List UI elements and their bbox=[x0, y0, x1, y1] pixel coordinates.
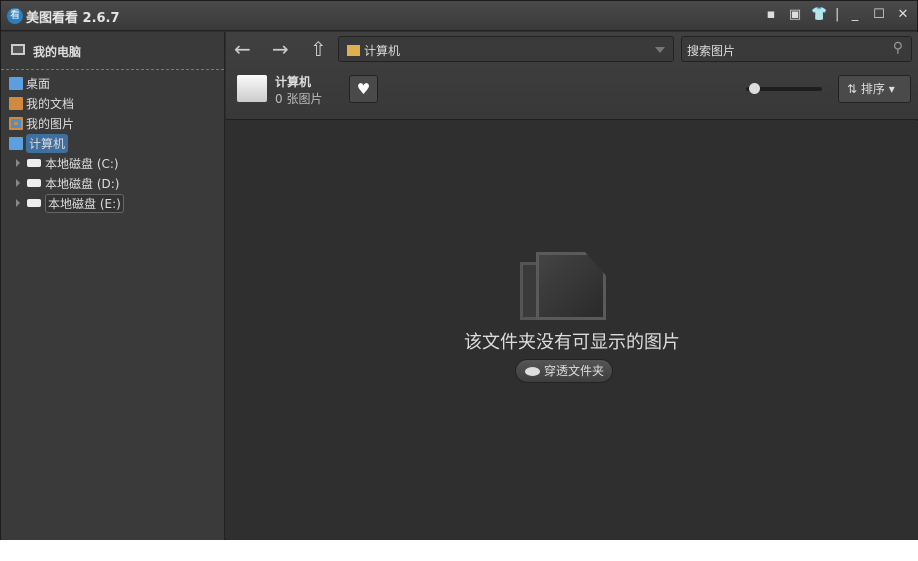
zoom-slider[interactable] bbox=[746, 83, 822, 94]
maximize-icon[interactable]: ☐ bbox=[871, 7, 887, 23]
skin-icon[interactable]: 👕 bbox=[811, 7, 827, 23]
menu-icon[interactable]: ▣ bbox=[787, 7, 803, 23]
tree-item-label: 计算机 bbox=[26, 133, 69, 153]
drive-icon bbox=[27, 179, 41, 187]
heart-icon: ♥ bbox=[356, 80, 371, 98]
computer-icon bbox=[9, 136, 23, 150]
tree-item-computer[interactable]: 计算机 bbox=[1, 133, 224, 153]
folder-tree: 桌面 我的文档 我的图片 计算机 本地磁盘 (C:) 本地磁盘 (D:) 本地磁… bbox=[1, 70, 224, 213]
address-value: 计算机 bbox=[364, 44, 401, 58]
folder-count: 0 张图片 bbox=[275, 92, 323, 106]
folder-icon bbox=[237, 75, 267, 102]
minimize-icon[interactable]: _ bbox=[847, 7, 863, 23]
sidebar-header[interactable]: 我的电脑 bbox=[1, 32, 224, 70]
chevron-down-icon[interactable] bbox=[655, 47, 665, 53]
folder-name: 计算机 bbox=[275, 75, 312, 89]
up-button[interactable]: ⇧ bbox=[310, 37, 327, 61]
eye-icon bbox=[525, 367, 540, 376]
app-logo-icon: 看 bbox=[7, 8, 23, 24]
tree-item-pictures[interactable]: 我的图片 bbox=[1, 113, 224, 133]
tree-item-label: 我的图片 bbox=[26, 116, 75, 131]
tree-item-drive-d[interactable]: 本地磁盘 (D:) bbox=[1, 173, 224, 193]
sidebar-title: 我的电脑 bbox=[33, 45, 82, 59]
documents-icon bbox=[9, 96, 23, 110]
back-button[interactable]: ← bbox=[234, 37, 251, 61]
sidebar: 我的电脑 桌面 我的文档 我的图片 计算机 本地磁盘 (C:) 本地磁盘 (D:… bbox=[1, 32, 225, 540]
tree-item-label: 桌面 bbox=[26, 76, 51, 91]
sort-label: 排序 bbox=[860, 82, 885, 96]
folder-icon bbox=[347, 45, 360, 56]
forward-button[interactable]: → bbox=[272, 37, 289, 61]
search-placeholder: 搜索图片 bbox=[687, 44, 736, 58]
penetrate-folder-button[interactable]: 穿透文件夹 bbox=[515, 359, 613, 383]
app-window: 看 美图看看 2.6.7 ▪ ▣ 👕 | _ ☐ ✕ 我的电脑 桌面 我的文档 … bbox=[0, 0, 918, 540]
separator: | bbox=[835, 7, 840, 22]
tree-item-label: 本地磁盘 (D:) bbox=[45, 176, 120, 191]
close-icon[interactable]: ✕ bbox=[895, 7, 911, 23]
tree-item-drive-e[interactable]: 本地磁盘 (E:) bbox=[1, 193, 224, 213]
pictures-icon bbox=[9, 116, 23, 130]
app-title: 美图看看 2.6.7 bbox=[26, 11, 120, 26]
tree-item-desktop[interactable]: 桌面 bbox=[1, 73, 224, 93]
message-icon[interactable]: ▪ bbox=[763, 7, 779, 23]
tree-item-drive-c[interactable]: 本地磁盘 (C:) bbox=[1, 153, 224, 173]
main-panel: ← → ⇧ 计算机 搜索图片 ⚲ 计算机 0 张图片 ♥ ⇅ 排序 ▾ 该文件夹… bbox=[226, 32, 918, 540]
sort-button[interactable]: ⇅ 排序 ▾ bbox=[838, 75, 911, 103]
desktop-icon bbox=[9, 76, 23, 90]
computer-icon bbox=[11, 44, 25, 55]
drive-icon bbox=[27, 199, 41, 207]
title-bar: 看 美图看看 2.6.7 ▪ ▣ 👕 | _ ☐ ✕ bbox=[1, 1, 917, 31]
drive-icon bbox=[27, 159, 41, 167]
penetrate-label: 穿透文件夹 bbox=[544, 364, 605, 378]
empty-message: 该文件夹没有可显示的图片 bbox=[464, 332, 680, 353]
search-input[interactable]: 搜索图片 ⚲ bbox=[681, 36, 912, 62]
tree-item-label: 本地磁盘 (C:) bbox=[45, 156, 119, 171]
search-icon[interactable]: ⚲ bbox=[893, 40, 903, 56]
chevron-down-icon: ▾ bbox=[888, 82, 895, 96]
toolbar: ← → ⇧ 计算机 搜索图片 ⚲ 计算机 0 张图片 ♥ ⇅ 排序 ▾ bbox=[226, 32, 918, 120]
address-bar[interactable]: 计算机 bbox=[338, 36, 674, 62]
sort-icon: ⇅ bbox=[847, 82, 858, 96]
tree-item-label: 本地磁盘 (E:) bbox=[45, 193, 124, 213]
tree-item-documents[interactable]: 我的文档 bbox=[1, 93, 224, 113]
tree-item-label: 我的文档 bbox=[26, 96, 75, 111]
favorite-button[interactable]: ♥ bbox=[349, 75, 378, 103]
image-grid: 该文件夹没有可显示的图片 穿透文件夹 bbox=[226, 121, 918, 540]
expand-arrow-icon[interactable] bbox=[16, 159, 20, 167]
slider-knob[interactable] bbox=[749, 83, 761, 94]
expand-arrow-icon[interactable] bbox=[16, 199, 20, 207]
empty-documents-icon bbox=[520, 252, 606, 320]
expand-arrow-icon[interactable] bbox=[16, 179, 20, 187]
